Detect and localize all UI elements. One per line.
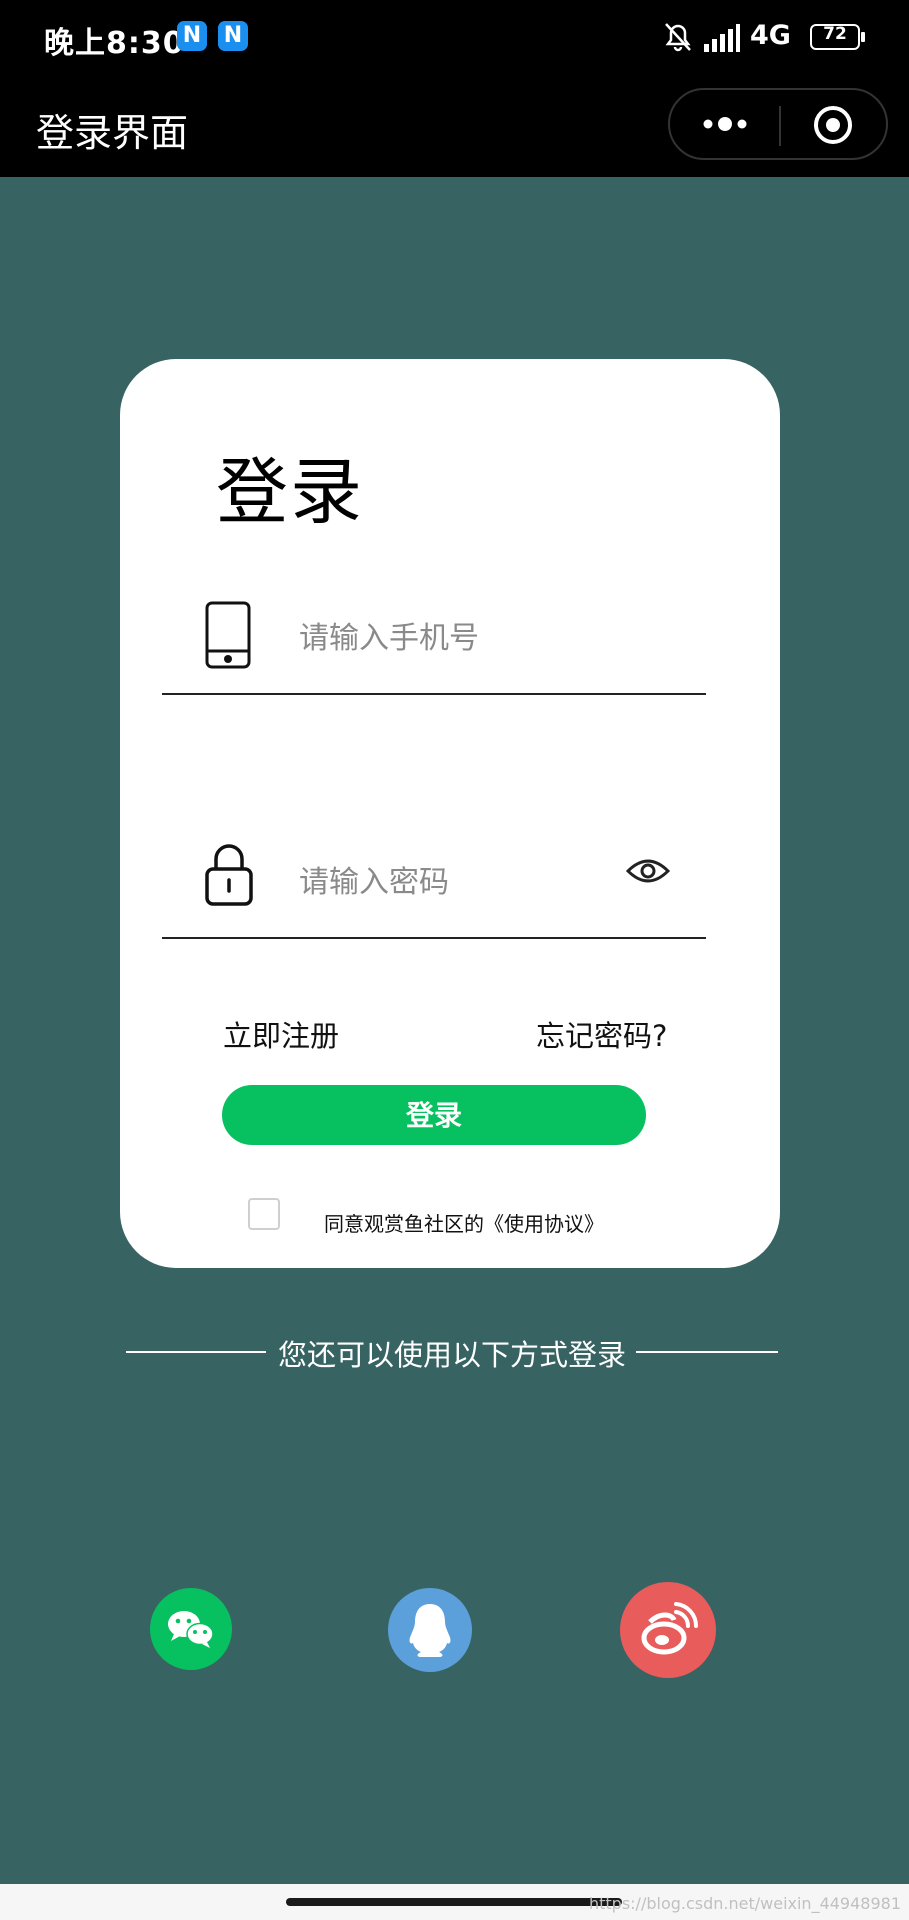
network-type: 4G (750, 20, 791, 51)
status-time: 晚上8:30 (44, 26, 185, 61)
status-bar: 晚上8:30 N N 4G 72 (0, 0, 909, 76)
wechat-icon (168, 1611, 214, 1648)
close-miniprogram-icon[interactable] (812, 104, 854, 146)
capsule-divider (779, 106, 781, 146)
battery-tip (861, 32, 865, 42)
signal-icon (704, 24, 740, 52)
miniprogram-capsule (668, 88, 888, 160)
battery-icon: 72 (810, 24, 860, 50)
agreement-text[interactable]: 同意观赏鱼社区的《使用协议》 (324, 1208, 604, 1237)
weibo-login-button[interactable] (620, 1582, 716, 1678)
home-indicator[interactable] (286, 1898, 622, 1906)
mute-bell-icon (665, 23, 691, 52)
lock-icon (205, 844, 253, 906)
password-input[interactable] (297, 861, 621, 903)
notification-badge-icon: N (177, 21, 207, 51)
watermark-text: https://blog.csdn.net/weixin_44948981 (588, 1894, 901, 1913)
page-title: 登录界面 (36, 111, 189, 155)
qq-icon (409, 1604, 451, 1657)
login-heading: 登录 (216, 450, 365, 534)
phone-input[interactable] (297, 617, 621, 659)
battery-level: 72 (823, 24, 847, 44)
weibo-icon (641, 1602, 699, 1655)
more-icon[interactable] (702, 112, 748, 136)
gesture-bar: https://blog.csdn.net/weixin_44948981 (0, 1884, 909, 1920)
notification-badge-icon: N (218, 21, 248, 51)
qq-login-button[interactable] (388, 1588, 472, 1672)
eye-icon[interactable] (626, 855, 670, 887)
alternative-login-divider: 您还可以使用以下方式登录 (126, 1332, 778, 1372)
login-button[interactable]: 登录 (222, 1085, 646, 1145)
phone-icon (205, 601, 251, 669)
register-link[interactable]: 立即注册 (223, 1013, 339, 1055)
wechat-login-button[interactable] (150, 1588, 232, 1670)
password-field (162, 833, 706, 939)
alternative-login-label: 您还可以使用以下方式登录 (277, 1338, 626, 1372)
login-card: 登录 立即注册 忘记密码? 登录 同意观赏鱼社区的《使用协议》 (120, 359, 780, 1268)
forgot-password-link[interactable]: 忘记密码? (536, 1013, 667, 1055)
divider-line-right (636, 1351, 778, 1353)
phone-field (162, 589, 706, 695)
agreement-checkbox[interactable] (248, 1198, 280, 1230)
nav-bar: 登录界面 (0, 76, 909, 177)
